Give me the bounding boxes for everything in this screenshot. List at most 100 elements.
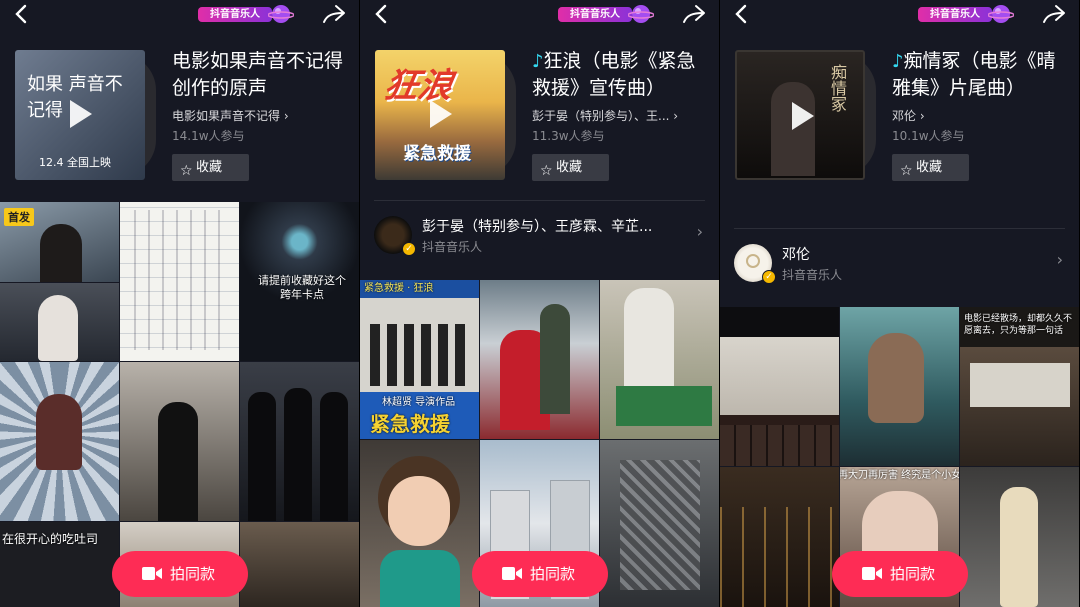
album-cover[interactable]: 痴情冢 xyxy=(735,50,865,180)
top-bar: 抖音音乐人 xyxy=(360,0,719,30)
video-tile[interactable] xyxy=(720,467,839,607)
shoot-same-label: 拍同款 xyxy=(890,565,936,583)
artist-link[interactable]: 电影如果声音不记得 › xyxy=(172,108,347,124)
play-icon[interactable] xyxy=(70,100,92,128)
divider xyxy=(734,228,1065,229)
video-caption: 紧急救援 · 狂浪 xyxy=(364,283,434,294)
top-bar: 抖音音乐人 xyxy=(720,0,1079,30)
video-tile[interactable] xyxy=(240,522,359,607)
musician-role: 抖音音乐人 xyxy=(422,240,483,254)
chevron-right-icon: › xyxy=(673,109,679,123)
chevron-right-icon: › xyxy=(696,222,703,241)
favorite-button[interactable]: ☆ 收藏 xyxy=(532,154,609,181)
music-note-icon: ♪ xyxy=(892,51,904,72)
divider xyxy=(374,200,705,201)
share-icon[interactable] xyxy=(681,3,707,25)
song-title: 电影如果声音不记得创作的原声 xyxy=(172,50,344,99)
video-caption: 电影已经散场，却都久久不愿离去，只为等那一句话 xyxy=(964,314,1073,336)
video-caption: 请提前收藏好这个跨年卡点 xyxy=(258,274,346,301)
share-icon[interactable] xyxy=(1041,3,1067,25)
song-info: ♪狂浪（电影《紧急救援》宣传曲） 彭于晏（特别参与）、王... › 11.3w人… xyxy=(532,48,707,181)
favorite-label: 收藏 xyxy=(556,160,583,175)
brand-label: 抖音音乐人 xyxy=(198,7,272,22)
artist-name: 邓伦 xyxy=(892,109,917,123)
video-caption: 在很开心的吃吐司 xyxy=(2,532,99,546)
video-caption: 再大刀再厉害 终究是个小女孩 xyxy=(840,470,959,481)
video-tile[interactable]: 电影已经散场，却都久久不愿离去，只为等那一句话 xyxy=(960,307,1079,466)
back-icon[interactable] xyxy=(732,2,752,26)
cover-subtitle-art: 紧急救援 xyxy=(403,144,471,164)
musician-row[interactable]: ✓ 彭于晏（特别参与）、王彦霖、辛芷... 抖音音乐人 › xyxy=(360,200,719,262)
song-info: ♪痴情冢（电影《晴雅集》片尾曲） 邓伦 › 10.1w人参与 ☆ 收藏 xyxy=(892,48,1067,181)
shoot-same-label: 拍同款 xyxy=(530,565,576,583)
top-bar: 抖音音乐人 xyxy=(0,0,359,30)
artist-link[interactable]: 邓伦 › xyxy=(892,108,1067,124)
song-title: ♪痴情冢（电影《晴雅集》片尾曲） xyxy=(892,50,1056,99)
video-tile[interactable]: 紧急救援 · 狂浪 林超贤 导演作品 紧急救援 xyxy=(360,280,479,439)
video-tile[interactable] xyxy=(600,280,719,439)
star-icon: ☆ xyxy=(900,163,913,179)
chevron-right-icon: › xyxy=(919,109,925,123)
video-tile[interactable]: 请提前收藏好这个跨年卡点 xyxy=(240,202,359,361)
musician-role: 抖音音乐人 xyxy=(782,268,843,282)
shoot-same-label: 拍同款 xyxy=(170,565,216,583)
video-tile[interactable] xyxy=(0,283,119,361)
participant-count: 14.1w人参与 xyxy=(172,129,245,143)
play-icon[interactable] xyxy=(792,102,814,130)
video-tile[interactable] xyxy=(360,440,479,607)
favorite-label: 收藏 xyxy=(916,160,943,175)
video-tile[interactable] xyxy=(480,280,599,439)
music-note-icon: ♪ xyxy=(532,51,544,72)
brand-label: 抖音音乐人 xyxy=(558,7,632,22)
first-release-badge: 首发 xyxy=(4,208,34,226)
artist-name: 彭于晏（特别参与）、王... xyxy=(532,109,670,123)
video-tile[interactable]: 在很开心的吃吐司 xyxy=(0,522,119,607)
planet-icon xyxy=(988,5,1014,23)
musician-row[interactable]: ✓ 邓伦 抖音音乐人 › xyxy=(720,228,1079,290)
planet-icon xyxy=(628,5,654,23)
douyin-music-logo: 抖音音乐人 xyxy=(558,3,654,25)
musician-name: 彭于晏（特别参与）、王彦霖、辛芷... xyxy=(422,219,653,235)
participant-count: 10.1w人参与 xyxy=(892,129,965,143)
chevron-right-icon: › xyxy=(283,109,289,123)
song-info: 电影如果声音不记得创作的原声 电影如果声音不记得 › 14.1w人参与 ☆ 收藏 xyxy=(172,48,347,181)
video-tile[interactable]: 首发 xyxy=(0,202,119,282)
video-tile[interactable] xyxy=(120,202,239,361)
song-title: ♪狂浪（电影《紧急救援》宣传曲） xyxy=(532,50,696,99)
shoot-same-button[interactable]: 拍同款 xyxy=(112,551,248,597)
planet-icon xyxy=(268,5,294,23)
star-icon: ☆ xyxy=(180,163,193,179)
video-tile[interactable] xyxy=(960,467,1079,607)
share-icon[interactable] xyxy=(321,3,347,25)
musician-name: 邓伦 xyxy=(782,247,810,263)
camera-icon xyxy=(142,567,162,580)
verified-icon: ✓ xyxy=(762,270,776,284)
screen-3: 抖音音乐人 痴情冢 ♪痴情冢（电影《晴雅集》片尾曲） 邓伦 › 10.1w人参与… xyxy=(720,0,1079,607)
favorite-button[interactable]: ☆ 收藏 xyxy=(892,154,969,181)
video-tile[interactable] xyxy=(600,440,719,607)
video-caption: 紧急救援 xyxy=(370,412,450,436)
cover-date: 12.4 全国上映 xyxy=(39,156,111,169)
brand-label: 抖音音乐人 xyxy=(918,7,992,22)
camera-icon xyxy=(502,567,522,580)
album-cover[interactable]: 如果 声音不记得 12.4 全国上映 xyxy=(15,50,145,180)
video-tile[interactable] xyxy=(840,307,959,466)
video-tile[interactable] xyxy=(720,307,839,466)
verified-icon: ✓ xyxy=(402,242,416,256)
shoot-same-button[interactable]: 拍同款 xyxy=(832,551,968,597)
video-tile[interactable] xyxy=(120,362,239,521)
artist-link[interactable]: 彭于晏（特别参与）、王... › xyxy=(532,108,707,124)
shoot-same-button[interactable]: 拍同款 xyxy=(472,551,608,597)
album-cover[interactable]: 狂浪 紧急救援 xyxy=(375,50,505,180)
chevron-right-icon: › xyxy=(1056,250,1063,269)
video-tile[interactable] xyxy=(240,362,359,521)
back-icon[interactable] xyxy=(372,2,392,26)
back-icon[interactable] xyxy=(12,2,32,26)
play-icon[interactable] xyxy=(430,100,452,128)
star-icon: ☆ xyxy=(540,163,553,179)
participant-count: 11.3w人参与 xyxy=(532,129,605,143)
favorite-button[interactable]: ☆ 收藏 xyxy=(172,154,249,181)
video-tile[interactable] xyxy=(0,362,119,521)
video-grid: 首发 请提前收藏好这个跨年卡点 在很开心的吃吐司 xyxy=(0,202,359,607)
screen-2: 抖音音乐人 狂浪 紧急救援 ♪狂浪（电影《紧急救援》宣传曲） 彭于晏（特别参与）… xyxy=(360,0,719,607)
